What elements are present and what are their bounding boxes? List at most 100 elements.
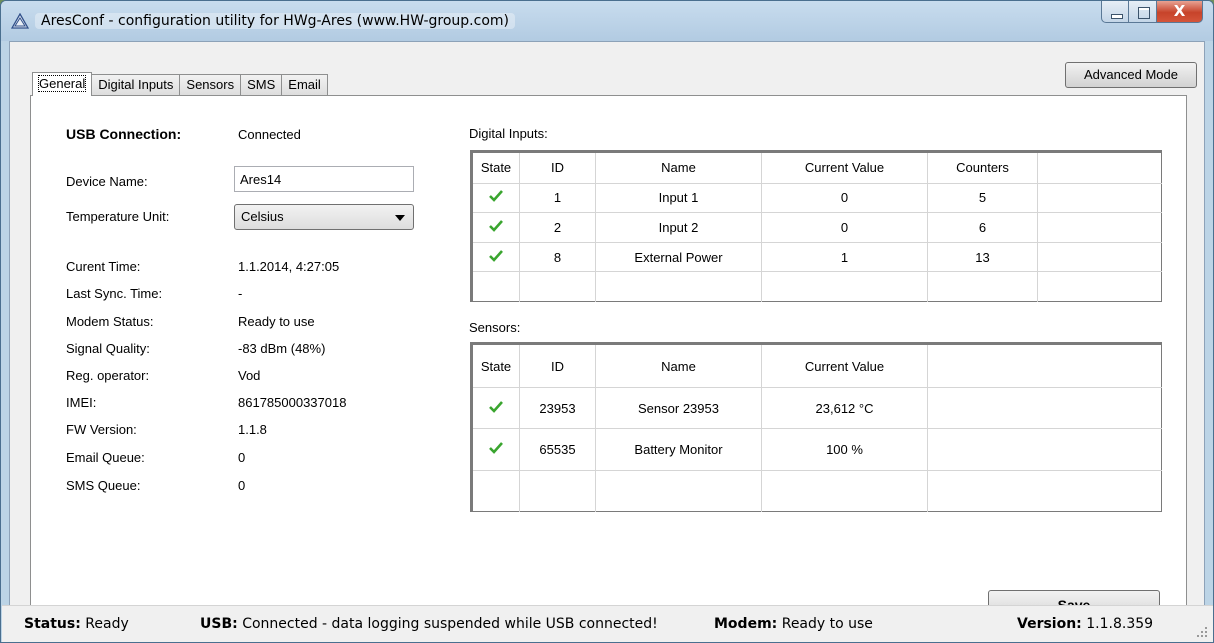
value-cell: 23,612 °C <box>761 387 928 430</box>
status-label: Status: <box>24 616 81 632</box>
check-icon <box>489 442 503 454</box>
value-cell: 1 <box>761 242 928 273</box>
usb-status-field: USB: Connected - data logging suspended … <box>200 616 658 632</box>
column-header-empty <box>927 343 1162 389</box>
chevron-down-icon <box>395 215 405 221</box>
column-header-counters[interactable]: Counters <box>927 151 1038 184</box>
version-field: Version: 1.1.8.359 <box>1017 616 1153 632</box>
version-label: Version: <box>1017 616 1082 632</box>
app-logo-icon <box>11 13 29 29</box>
temperature-unit-value: Celsius <box>241 209 284 224</box>
id-cell: 2 <box>519 212 596 243</box>
state-cell <box>471 212 520 243</box>
status-bar: Status: Ready USB: Connected - data logg… <box>2 605 1213 642</box>
tab-general[interactable]: General <box>32 72 93 96</box>
status-value: Ready <box>85 616 129 632</box>
empty-cell <box>927 428 1162 471</box>
resize-grip-icon[interactable] <box>1196 626 1208 638</box>
table-filler-row <box>471 470 1162 512</box>
counters-cell: 13 <box>927 242 1038 273</box>
empty-cell <box>1037 242 1162 273</box>
version-value: 1.1.8.359 <box>1086 616 1154 632</box>
filler-cell <box>927 271 1038 302</box>
close-button[interactable]: X <box>1157 1 1203 23</box>
temperature-unit-label: Temperature Unit: <box>66 209 170 224</box>
column-header-current-value[interactable]: Current Value <box>761 343 928 389</box>
column-header-name[interactable]: Name <box>595 151 762 184</box>
column-header-id[interactable]: ID <box>519 151 596 184</box>
filler-cell <box>471 470 520 512</box>
modem-status-value: Ready to use <box>238 314 315 329</box>
name-cell: Battery Monitor <box>595 428 762 471</box>
general-tab-panel: USB Connection: Connected Device Name: T… <box>30 95 1187 629</box>
state-cell <box>471 242 520 273</box>
modem-status-field: Modem: Ready to use <box>714 616 873 632</box>
counters-cell: 6 <box>927 212 1038 243</box>
sensors-table[interactable]: State ID Name Current Value 23953 Sensor… <box>470 342 1162 512</box>
current-time-value: 1.1.2014, 4:27:05 <box>238 259 340 274</box>
table-row[interactable]: 1 Input 1 0 5 <box>471 183 1162 214</box>
tab-sensors-label: Sensors <box>186 77 235 92</box>
column-header-empty <box>1037 151 1162 184</box>
check-icon <box>489 400 503 413</box>
temperature-unit-select[interactable]: Celsius <box>234 204 414 230</box>
filler-cell <box>928 470 1162 511</box>
filler-cell <box>595 271 762 302</box>
column-header-name[interactable]: Name <box>595 343 762 389</box>
table-row[interactable]: 2 Input 2 0 6 <box>471 212 1162 243</box>
current-time-label: Curent Time: <box>66 259 141 274</box>
check-icon <box>489 249 503 262</box>
empty-cell <box>1037 212 1162 243</box>
column-header-id[interactable]: ID <box>519 343 596 389</box>
tab-email[interactable]: Email <box>281 74 328 96</box>
filler-cell <box>595 470 762 512</box>
maximize-button[interactable] <box>1129 1 1157 23</box>
column-header-state[interactable]: State <box>471 343 520 389</box>
tab-sensors[interactable]: Sensors <box>179 74 242 96</box>
table-row[interactable]: 65535 Battery Monitor 100 % <box>471 428 1162 471</box>
column-header-current-value[interactable]: Current Value <box>761 151 928 184</box>
table-row[interactable]: 23953 Sensor 23953 23,612 °C <box>471 387 1162 430</box>
filler-cell <box>761 470 928 512</box>
table-row[interactable]: 8 External Power 1 13 <box>471 242 1162 273</box>
last-sync-time-label: Last Sync. Time: <box>66 286 163 301</box>
minimize-button[interactable] <box>1101 1 1129 23</box>
state-cell <box>471 428 520 471</box>
value-cell: 0 <box>761 183 928 214</box>
column-header-state[interactable]: State <box>471 151 520 184</box>
filler-cell <box>519 271 596 302</box>
tab-sms-label: SMS <box>247 77 276 92</box>
window-title: AresConf - configuration utility for HWg… <box>35 13 515 29</box>
title-bar[interactable]: AresConf - configuration utility for HWg… <box>1 1 1213 41</box>
tab-digital-inputs[interactable]: Digital Inputs <box>91 74 181 96</box>
tab-strip: General Digital Inputs Sensors SMS Email <box>32 72 328 96</box>
empty-cell <box>1037 183 1162 214</box>
imei-label: IMEI: <box>66 395 97 410</box>
close-icon: X <box>1173 2 1186 20</box>
filler-cell <box>471 271 520 302</box>
sensors-title: Sensors: <box>469 320 521 335</box>
tab-email-label: Email <box>288 77 321 92</box>
caption-buttons: X <box>1101 1 1203 25</box>
sms-queue-label: SMS Queue: <box>66 478 141 493</box>
tab-sms[interactable]: SMS <box>240 74 283 96</box>
filler-cell <box>761 271 928 302</box>
filler-cell <box>1038 272 1162 302</box>
advanced-mode-button[interactable]: Advanced Mode <box>1065 62 1197 88</box>
usb-status-label: USB: <box>200 616 238 632</box>
name-cell: Sensor 23953 <box>595 387 762 430</box>
name-cell: Input 1 <box>595 183 762 214</box>
counters-cell: 5 <box>927 183 1038 214</box>
reg-operator-value: Vod <box>238 368 261 383</box>
usb-status-value: Connected - data logging suspended while… <box>242 616 658 632</box>
imei-value: 861785000337018 <box>238 395 347 410</box>
check-icon <box>489 220 503 232</box>
value-cell: 0 <box>761 212 928 243</box>
modem-status-bar-value: Ready to use <box>781 616 873 632</box>
value-cell: 100 % <box>761 428 928 471</box>
filler-cell <box>519 470 596 512</box>
digital-inputs-table[interactable]: State ID Name Current Value Counters 1 I… <box>470 150 1162 302</box>
device-name-input[interactable] <box>234 166 414 192</box>
tab-general-label: General <box>37 75 87 92</box>
name-cell: External Power <box>595 242 762 273</box>
